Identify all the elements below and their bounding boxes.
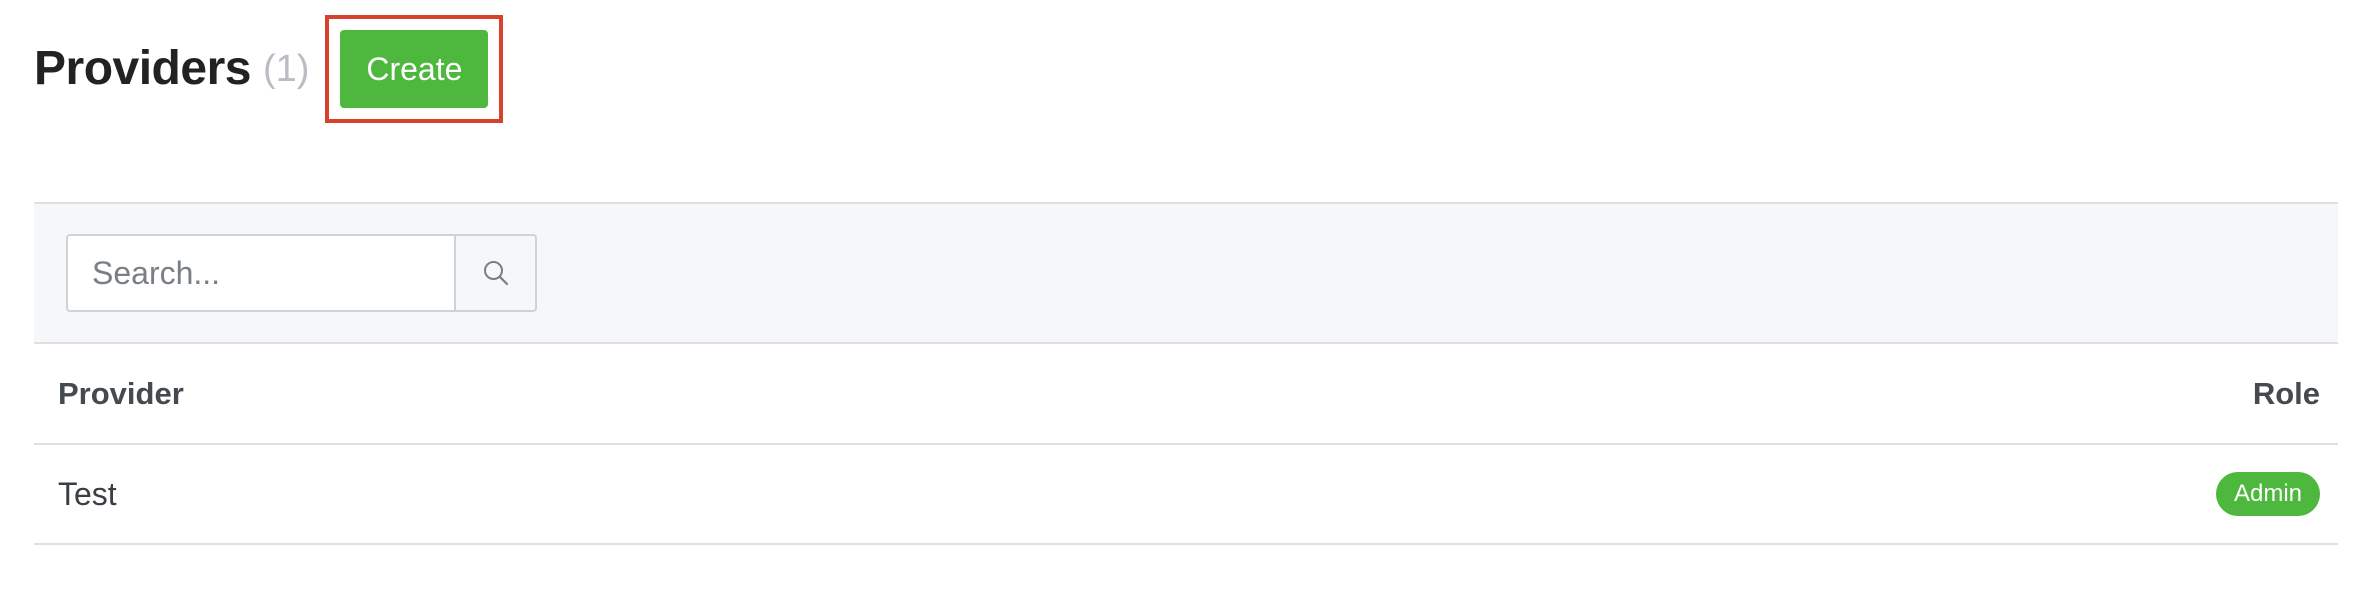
role-badge: Admin: [2215, 472, 2320, 516]
page-title: Providers: [34, 42, 251, 95]
table-toolbar: [34, 202, 2338, 344]
table-header-row: Provider Role: [34, 344, 2338, 445]
providers-table-panel: Provider Role Test Admin: [34, 202, 2338, 545]
column-header-role[interactable]: Role: [1285, 344, 2338, 445]
role-cell: Admin: [1285, 444, 2338, 545]
search-input[interactable]: [66, 234, 454, 312]
search-group: [66, 234, 537, 312]
search-icon: [483, 261, 508, 286]
provider-count: (1): [262, 47, 310, 90]
create-button-highlight: Create: [325, 15, 504, 123]
column-header-provider[interactable]: Provider: [34, 344, 1286, 445]
page-header: Providers (1) Create: [34, 14, 504, 124]
create-button[interactable]: Create: [340, 30, 489, 108]
provider-name-cell[interactable]: Test: [34, 444, 1286, 545]
search-button[interactable]: [454, 234, 537, 312]
providers-page: Providers (1) Create Provider Ro: [0, 0, 2370, 612]
providers-table: Provider Role Test Admin: [34, 344, 2338, 545]
table-row[interactable]: Test Admin: [34, 444, 2338, 545]
